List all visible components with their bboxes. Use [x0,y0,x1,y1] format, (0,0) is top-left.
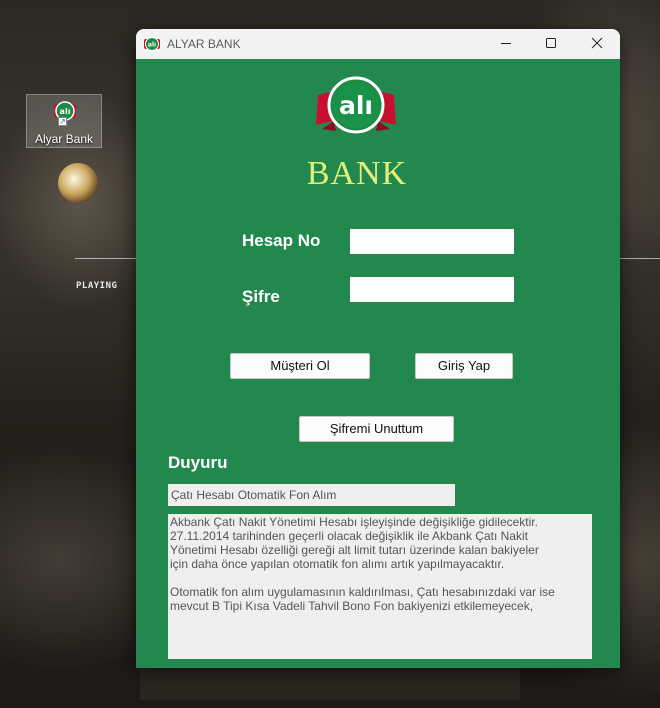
wallpaper-orb [58,163,98,203]
password-input[interactable] [350,277,514,302]
window-title: ALYAR BANK [167,37,241,51]
app-window: alı ALYAR BANK alı BANK Hesap No Şifre M… [136,29,620,668]
wallpaper-text: PLAYING [76,281,118,291]
close-button[interactable] [574,29,620,59]
title-bar[interactable]: alı ALYAR BANK [136,29,620,59]
minimize-icon [501,43,511,44]
shortcut-arrow-icon: ↗ [58,117,67,126]
bank-wordmark: BANK [306,155,408,192]
maximize-button[interactable] [528,29,574,59]
become-customer-button[interactable]: Müşteri Ol [230,353,370,379]
announcement-heading: Duyuru [168,453,228,472]
maximize-icon [546,38,556,48]
svg-text:alı: alı [148,42,156,49]
minimize-button[interactable] [483,29,529,59]
svg-text:alı: alı [60,107,71,116]
desktop-shortcut-alyar-bank[interactable]: alı ↗ Alyar Bank [26,94,102,148]
announcement-title-field[interactable]: Çatı Hesabı Otomatik Fon Alım [168,484,455,506]
password-label: Şifre [242,287,280,306]
shortcut-label: Alyar Bank [34,132,94,146]
forgot-password-button[interactable]: Şifremi Unuttum [299,416,454,442]
account-number-label: Hesap No [242,231,321,250]
akbank-logo: alı [316,76,396,134]
login-button[interactable]: Giriş Yap [415,353,513,379]
close-icon [591,37,603,49]
logo-text: alı [339,91,373,120]
account-number-input[interactable] [350,229,514,254]
app-logo-icon: alı [144,37,160,51]
announcement-body-text[interactable]: Akbank Çatı Nakit Yönetimi Hesabı işleyi… [168,514,592,659]
